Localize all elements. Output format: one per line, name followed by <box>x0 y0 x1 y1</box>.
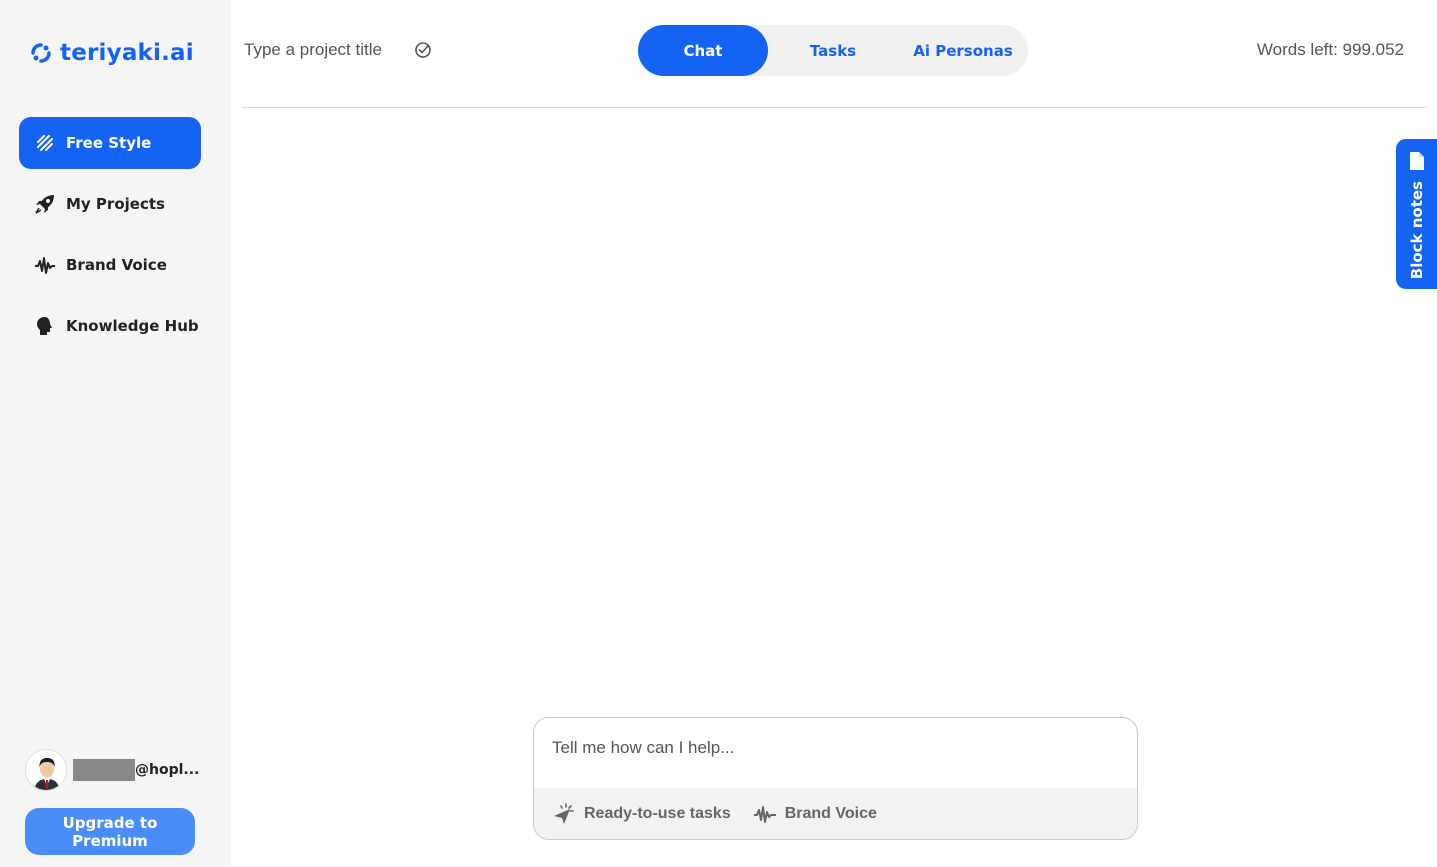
user-email: @hopl... <box>73 759 199 781</box>
logo-text: teriyaki.ai <box>60 40 194 66</box>
sidebar-item-label: Brand Voice <box>66 256 167 274</box>
tab-chat[interactable]: Chat <box>638 25 768 76</box>
tab-tasks[interactable]: Tasks <box>768 25 898 76</box>
brand-voice-button[interactable]: Brand Voice <box>753 803 877 825</box>
sidebar-item-label: Knowledge Hub <box>66 317 199 335</box>
logo-icon <box>31 43 51 63</box>
header-divider <box>242 107 1428 108</box>
sidebar-item-label: My Projects <box>66 195 165 213</box>
sidebar: teriyaki.ai Free Style My Projects Brand… <box>0 0 231 867</box>
mode-tabs: Chat Tasks Ai Personas <box>638 25 1028 76</box>
redacted-block <box>73 759 135 781</box>
waveform-icon <box>34 254 56 276</box>
words-left: Words left: 999.052 <box>1256 40 1404 59</box>
ready-to-use-tasks-label: Ready-to-use tasks <box>584 804 731 822</box>
project-title-input[interactable] <box>244 40 404 60</box>
cursor-click-icon <box>554 802 574 824</box>
ready-to-use-tasks-button[interactable]: Ready-to-use tasks <box>552 802 731 826</box>
user-email-suffix: @hopl... <box>135 762 200 778</box>
project-title <box>244 40 432 60</box>
block-notes-label: Block notes <box>1407 181 1426 280</box>
composer-toolbar: Ready-to-use tasks Brand Voice <box>534 788 1137 839</box>
sidebar-item-my-projects[interactable]: My Projects <box>19 178 201 230</box>
sidebar-nav: Free Style My Projects Brand Voice Knowl… <box>19 117 201 361</box>
check-circle-icon[interactable] <box>414 41 432 59</box>
avatar <box>25 749 67 791</box>
head-icon <box>34 315 56 337</box>
logo[interactable]: teriyaki.ai <box>28 40 194 66</box>
free-style-icon <box>34 132 56 154</box>
waveform-icon <box>753 805 776 823</box>
chat-input[interactable] <box>552 738 1122 778</box>
sidebar-item-free-style[interactable]: Free Style <box>19 117 201 169</box>
rocket-icon <box>34 193 56 215</box>
document-icon <box>1409 152 1424 170</box>
sidebar-item-knowledge-hub[interactable]: Knowledge Hub <box>19 300 201 352</box>
sidebar-item-brand-voice[interactable]: Brand Voice <box>19 239 201 291</box>
upgrade-button[interactable]: Upgrade to Premium <box>25 808 195 855</box>
chat-composer: Ready-to-use tasks Brand Voice <box>533 717 1138 840</box>
tab-ai-personas[interactable]: Ai Personas <box>898 25 1028 76</box>
sidebar-item-label: Free Style <box>66 134 152 152</box>
brand-voice-label: Brand Voice <box>784 804 877 822</box>
block-notes-tab[interactable]: Block notes <box>1396 139 1437 289</box>
user-profile[interactable]: @hopl... <box>25 749 199 791</box>
